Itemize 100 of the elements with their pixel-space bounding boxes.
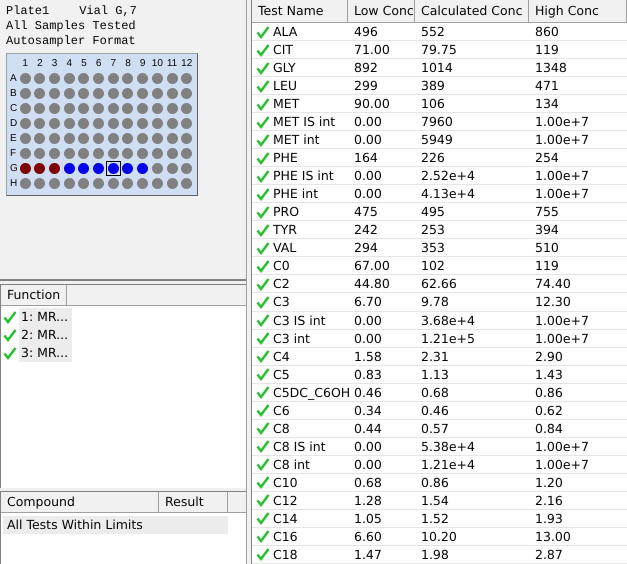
well-slot[interactable]	[47, 161, 62, 176]
function-item[interactable]: 2: MR...	[19, 326, 72, 344]
table-cell: 0.00	[354, 330, 382, 346]
table-cell: 0.46	[421, 402, 449, 418]
table-cell: CIT	[273, 42, 294, 58]
column-header[interactable]: Test Name	[252, 0, 348, 22]
row-label: C	[10, 103, 18, 114]
table-cell: 1.00e+7	[535, 132, 589, 148]
table-cell: 1.00e+7	[535, 456, 589, 472]
table-cell: 2.87	[535, 546, 563, 562]
table-cell: 74.40	[535, 276, 571, 292]
table-cell: GLY	[273, 60, 296, 76]
column-header[interactable]: Calculated Conc	[415, 0, 529, 22]
table-cell: C0	[273, 258, 290, 274]
table-cell: 0.86	[421, 474, 449, 490]
status-text: All Samples Tested	[6, 19, 137, 34]
table-cell: 299	[354, 78, 378, 94]
table-cell: 2.31	[421, 348, 449, 364]
well-slot[interactable]	[120, 161, 136, 176]
table-cell: 3.68e+4	[421, 312, 475, 328]
table-cell: 134	[535, 96, 559, 112]
well-slot[interactable]	[32, 161, 48, 176]
table-cell: 67.00	[354, 258, 390, 274]
table-cell: PRO	[273, 204, 300, 220]
table-cell: C18	[273, 546, 298, 562]
table-cell: 389	[421, 78, 445, 94]
row-label: F	[10, 148, 18, 159]
row-label: H	[10, 178, 18, 189]
table-cell: 552	[421, 24, 445, 40]
table-cell: 71.00	[354, 42, 390, 58]
table-cell: 1014	[421, 60, 453, 76]
table-cell: 90.00	[354, 96, 390, 112]
well-slot[interactable]	[91, 161, 106, 176]
table-cell: 1.00e+7	[535, 114, 589, 130]
table-cell: 242	[354, 222, 378, 238]
compound-row[interactable]: All Tests Within Limits	[3, 516, 228, 534]
row-label: B	[10, 88, 18, 99]
table-cell: C12	[273, 492, 298, 508]
table-cell: 892	[354, 60, 378, 76]
table-cell: 0.00	[354, 168, 382, 184]
table-cell: 1.20	[535, 474, 563, 490]
table-cell: 253	[421, 222, 445, 238]
table-cell: 0.62	[535, 402, 563, 418]
table-cell: C3 IS int	[273, 312, 326, 328]
table-cell: 4.13e+4	[421, 186, 475, 202]
table-cell: 0.00	[354, 186, 382, 202]
column-header[interactable]: Result	[159, 492, 228, 512]
table-cell: 0.00	[354, 114, 382, 130]
table-cell: 2.90	[535, 348, 563, 364]
table-cell: 10.20	[421, 528, 457, 544]
table-cell: 471	[535, 78, 559, 94]
table-cell: 1.00e+7	[535, 438, 589, 454]
table-cell: 2.52e+4	[421, 168, 475, 184]
table-cell: 7960	[421, 114, 453, 130]
well-slot[interactable]	[76, 161, 92, 176]
function-item[interactable]: 3: MR...	[19, 344, 72, 362]
table-cell: 860	[535, 24, 559, 40]
table-cell: 1.00e+7	[535, 330, 589, 346]
table-cell: C10	[273, 474, 298, 490]
table-cell: 0.84	[535, 420, 563, 436]
vial-label: Vial G,7	[79, 4, 137, 19]
table-cell: 1.13	[421, 366, 449, 382]
table-cell: C4	[273, 348, 290, 364]
table-cell: 1.43	[535, 366, 563, 382]
column-label: 11	[166, 58, 178, 69]
table-cell: LEU	[273, 78, 298, 94]
row-label: A	[10, 73, 18, 84]
table-cell: 254	[535, 150, 559, 166]
table-cell: 0.34	[354, 402, 382, 418]
column-header[interactable]: Compound	[1, 492, 159, 512]
function-item[interactable]: 1: MR...	[19, 308, 72, 326]
table-cell: 2.16	[535, 492, 563, 508]
table-cell: 495	[421, 204, 445, 220]
table-cell: 510	[535, 240, 559, 256]
plate-label: Plate1	[6, 4, 50, 19]
table-cell: PHE IS int	[273, 168, 334, 184]
table-cell: 1.54	[421, 492, 449, 508]
table-cell: 5.38e+4	[421, 438, 475, 454]
table-cell: 0.68	[421, 384, 449, 400]
table-cell: 119	[535, 258, 559, 274]
column-label: 12	[180, 58, 194, 69]
selected-well[interactable]	[106, 161, 121, 176]
table-cell: C8	[273, 420, 290, 436]
row-label: E	[10, 133, 18, 144]
table-cell: TYR	[273, 222, 297, 238]
table-cell: 1.21e+5	[421, 330, 475, 346]
column-header[interactable]: Low Conc	[348, 0, 415, 22]
table-cell: MET IS int	[273, 114, 336, 130]
table-cell: C8 IS int	[273, 438, 326, 454]
table-cell: 44.80	[354, 276, 390, 292]
table-cell: 0.86	[535, 384, 563, 400]
table-cell: MET	[273, 96, 300, 112]
table-cell: 106	[421, 96, 445, 112]
column-header[interactable]: High Conc	[529, 0, 627, 22]
well-slot[interactable]	[18, 161, 32, 176]
table-cell: 0.44	[354, 420, 382, 436]
table-cell: 119	[535, 42, 559, 58]
table-cell: 5949	[421, 132, 453, 148]
well-slot[interactable]	[135, 161, 150, 176]
well-slot[interactable]	[62, 161, 77, 176]
